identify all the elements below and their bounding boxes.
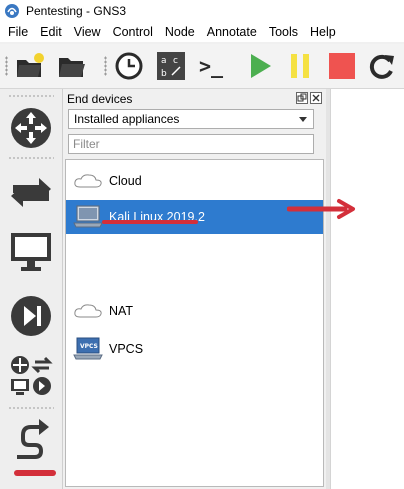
pause-icon: [291, 54, 309, 78]
reload-icon: [369, 54, 394, 79]
svg-text:b: b: [161, 69, 167, 79]
open-project-button[interactable]: [56, 50, 88, 82]
suspend-all-button[interactable]: [284, 50, 316, 82]
title-bar: Pentesting - GNS3: [0, 0, 404, 22]
switches-icon: [11, 178, 51, 207]
device-types-toolbar: [0, 89, 63, 489]
window-title: Pentesting - GNS3: [26, 4, 127, 18]
add-link-icon: [17, 419, 49, 459]
list-item-vpcs[interactable]: VPCS VPCS: [66, 332, 323, 366]
toolbar-grip[interactable]: [8, 95, 54, 97]
list-item-label: Cloud: [109, 174, 142, 188]
snapshot-button[interactable]: [113, 50, 145, 82]
panel-buttons: [296, 92, 322, 104]
routers-icon: [11, 108, 51, 148]
toolbar-grip[interactable]: [5, 56, 8, 76]
open-folder-icon: [59, 58, 85, 77]
show-interface-labels-button[interactable]: a c b: [155, 50, 187, 82]
main-toolbar: a c b >_: [0, 44, 404, 89]
menu-tools[interactable]: Tools: [263, 25, 304, 39]
menu-view[interactable]: View: [68, 25, 107, 39]
browse-routers-button[interactable]: [8, 105, 54, 151]
svg-text:c: c: [173, 56, 178, 66]
security-devices-icon: [11, 296, 51, 336]
add-link-button[interactable]: [8, 415, 54, 461]
dropdown-value: Installed appliances: [74, 112, 180, 126]
close-panel-button[interactable]: [310, 92, 322, 104]
laptop-icon: [71, 202, 105, 232]
device-list: Cloud Kali Linux 2019.2 NAT VPCS VPCS: [65, 159, 324, 487]
menu-help[interactable]: Help: [304, 25, 342, 39]
reload-all-button[interactable]: [366, 50, 398, 82]
separator: [8, 407, 54, 409]
topology-canvas[interactable]: [330, 89, 404, 489]
toolbar-grip[interactable]: [104, 56, 107, 76]
console-all-button[interactable]: >_: [197, 50, 229, 82]
annotation-arrow-icon: [287, 199, 355, 219]
menu-bar: File Edit View Control Node Annotate Too…: [0, 22, 404, 42]
browse-all-devices-button[interactable]: [8, 353, 54, 399]
vpcs-laptop-icon: VPCS: [71, 334, 105, 364]
list-item-label: VPCS: [109, 342, 144, 356]
stop-icon: [329, 53, 355, 79]
annotation-underline: [102, 220, 198, 224]
panel-title: End devices: [67, 92, 133, 106]
all-devices-icon: [11, 356, 53, 395]
svg-text:VPCS: VPCS: [80, 343, 98, 350]
menu-annotate[interactable]: Annotate: [201, 25, 263, 39]
menu-node[interactable]: Node: [159, 25, 201, 39]
list-item-label: NAT: [109, 304, 134, 318]
clock-icon: [115, 52, 143, 80]
list-item-cloud[interactable]: Cloud: [66, 164, 323, 198]
menu-edit[interactable]: Edit: [34, 25, 68, 39]
cloud-icon: [71, 166, 105, 196]
end-devices-panel: End devices Installed appliances Cloud: [63, 89, 326, 489]
end-devices-monitor-icon: [11, 233, 51, 271]
appliance-filter-dropdown[interactable]: Installed appliances: [68, 109, 314, 129]
list-item-nat[interactable]: NAT: [66, 294, 323, 328]
abc-label-icon: a c b: [157, 52, 185, 80]
svg-text:a: a: [161, 56, 167, 66]
browse-end-devices-button[interactable]: [8, 229, 54, 275]
new-project-button[interactable]: [14, 50, 46, 82]
annotation-underline: [14, 470, 56, 476]
svg-text:>_: >_: [199, 54, 224, 78]
browse-security-devices-button[interactable]: [8, 293, 54, 339]
filter-input[interactable]: [68, 134, 314, 154]
menu-control[interactable]: Control: [107, 25, 159, 39]
start-all-button[interactable]: [244, 50, 276, 82]
float-panel-button[interactable]: [296, 92, 308, 104]
open-folder-new-icon: [17, 53, 44, 77]
console-prompt-icon: >_: [199, 54, 224, 78]
start-play-icon: [251, 54, 271, 78]
close-icon: [312, 94, 320, 102]
browse-switches-button[interactable]: [8, 169, 54, 215]
chevron-down-icon: [299, 117, 307, 122]
float-icon: [297, 93, 307, 102]
cloud-icon: [71, 296, 105, 326]
separator: [8, 157, 54, 159]
list-item-kali-linux[interactable]: Kali Linux 2019.2: [66, 200, 323, 234]
gns3-logo-icon: [5, 4, 19, 18]
stop-all-button[interactable]: [326, 50, 358, 82]
menu-file[interactable]: File: [0, 25, 34, 39]
